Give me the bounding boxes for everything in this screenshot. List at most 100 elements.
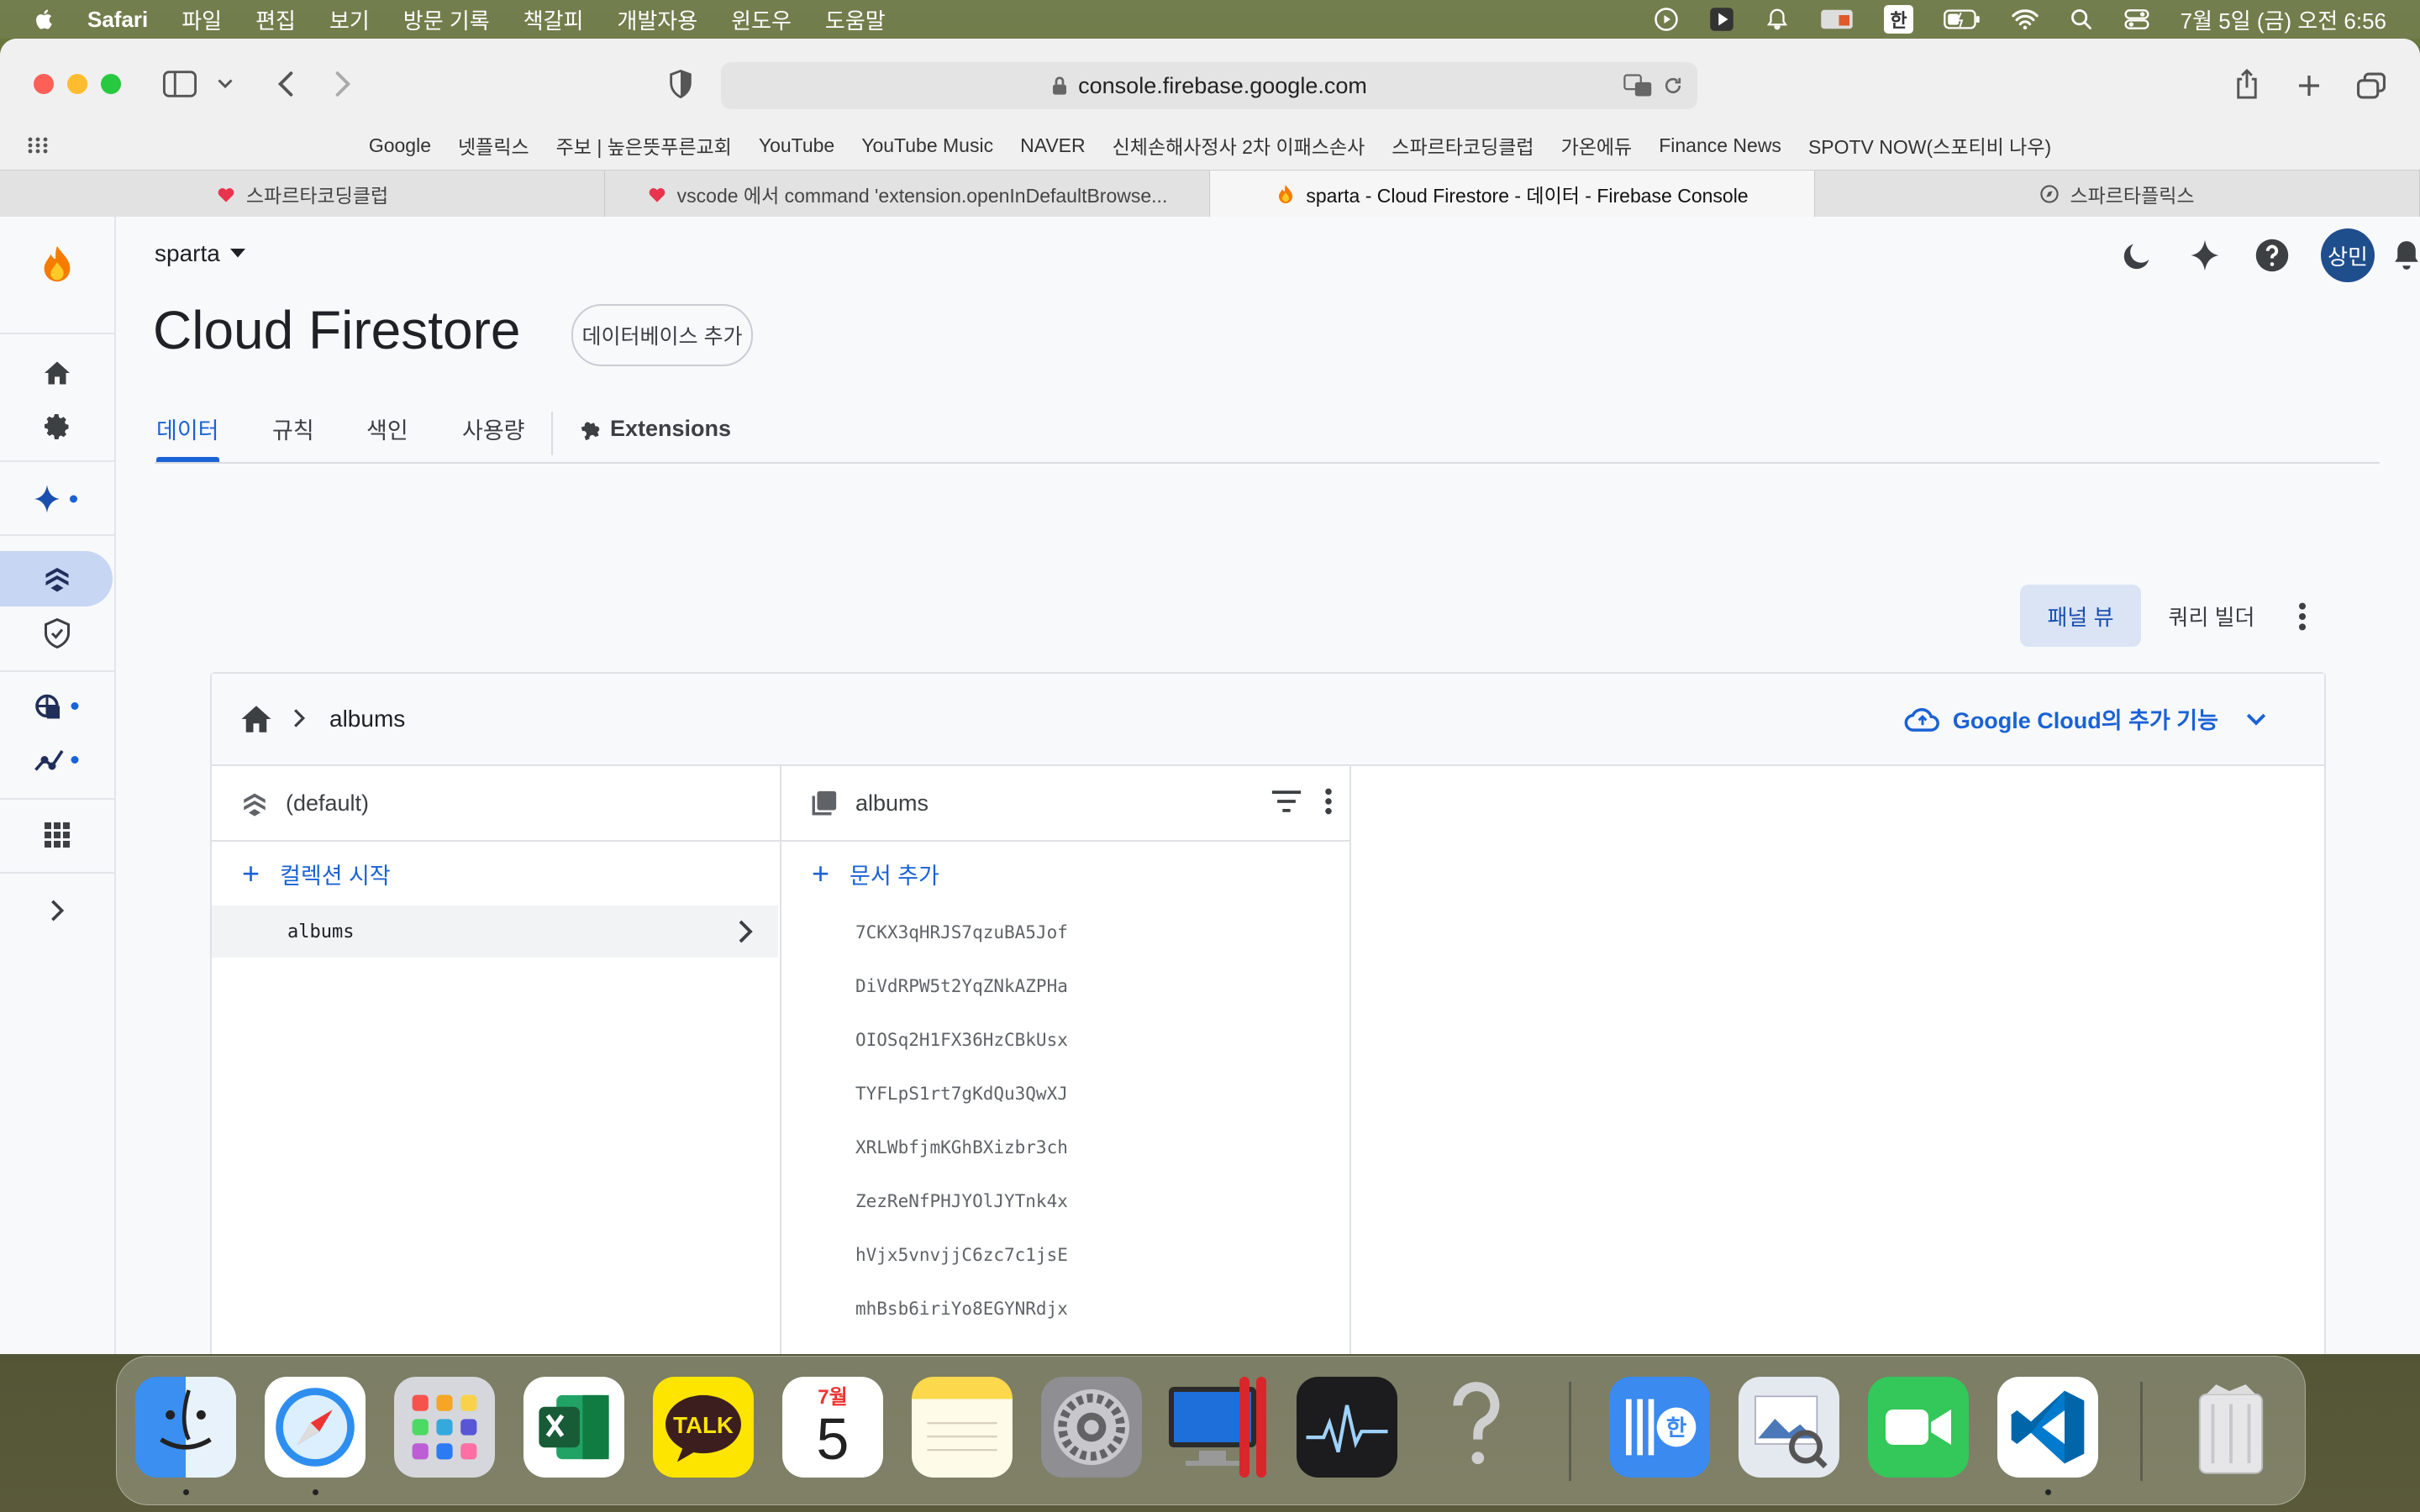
favorite-link[interactable]: NAVER bbox=[1020, 134, 1086, 157]
unknown-app-question-icon[interactable] bbox=[1426, 1377, 1527, 1478]
dark-mode-moon-icon[interactable] bbox=[2118, 235, 2158, 276]
forward-button[interactable] bbox=[326, 67, 360, 101]
document-item[interactable]: TYFLpS1rt7gKdQu3QwXJ bbox=[781, 1067, 1349, 1121]
panel-view-button[interactable]: 패널 뷰 bbox=[2020, 585, 2141, 647]
close-window-button[interactable] bbox=[34, 74, 54, 94]
gemini-sparkle-icon[interactable] bbox=[0, 474, 114, 524]
launchpad-icon[interactable] bbox=[394, 1377, 495, 1478]
document-item[interactable]: ZezReNfPHJYOlJYTnk4x bbox=[781, 1174, 1349, 1228]
help-icon[interactable] bbox=[2252, 235, 2292, 276]
menu-file[interactable]: 파일 bbox=[182, 4, 222, 35]
breadcrumb-path[interactable]: albums bbox=[329, 706, 405, 732]
chevron-down-icon[interactable] bbox=[215, 72, 235, 96]
all-products-grid-icon[interactable] bbox=[0, 810, 114, 860]
project-selector[interactable]: sparta bbox=[155, 240, 245, 267]
battery-icon[interactable] bbox=[1943, 8, 1981, 30]
input-method-icon[interactable]: 한 bbox=[1884, 5, 1913, 34]
preview-icon[interactable] bbox=[1739, 1377, 1839, 1478]
favorite-link[interactable]: YouTube bbox=[759, 134, 834, 157]
add-database-button[interactable]: 데이터베이스 추가 bbox=[571, 304, 753, 366]
address-bar[interactable]: console.firebase.google.com bbox=[721, 62, 1697, 109]
menu-help[interactable]: 도움말 bbox=[825, 4, 886, 35]
favorite-link[interactable]: 주보 | 높은뜻푸른교회 bbox=[556, 131, 732, 160]
browser-tab[interactable]: vscode 에서 command 'extension.openInDefau… bbox=[605, 171, 1210, 218]
menu-window[interactable]: 윈도우 bbox=[731, 4, 792, 35]
play-icon[interactable] bbox=[1709, 7, 1734, 32]
document-item[interactable]: hVjx5vnvjjC6zc7c1jsE bbox=[781, 1228, 1349, 1282]
menu-view[interactable]: 보기 bbox=[329, 4, 370, 35]
tab-usage[interactable]: 사용량 bbox=[462, 398, 525, 459]
query-builder-button[interactable]: 쿼리 빌더 bbox=[2151, 585, 2272, 647]
zoom-window-button[interactable] bbox=[101, 74, 121, 94]
parallels-icon[interactable] bbox=[1160, 1377, 1281, 1478]
home-icon[interactable] bbox=[0, 348, 114, 398]
menu-develop[interactable]: 개발자용 bbox=[617, 4, 697, 35]
play-circle-icon[interactable] bbox=[1654, 7, 1679, 32]
spotlight-search-icon[interactable] bbox=[2070, 8, 2093, 31]
control-center-icon[interactable] bbox=[2123, 8, 2150, 31]
share-icon[interactable] bbox=[2228, 64, 2265, 104]
vscode-icon[interactable] bbox=[1997, 1377, 2098, 1478]
firestore-icon[interactable] bbox=[0, 553, 114, 603]
user-avatar[interactable]: 상민 bbox=[2321, 228, 2375, 282]
wifi-icon[interactable] bbox=[2011, 8, 2039, 30]
favorite-link[interactable]: 가온에듀 bbox=[1561, 131, 1633, 160]
tab-indexes[interactable]: 색인 bbox=[366, 398, 408, 459]
document-item[interactable]: XRLWbfjmKGhBXizbr3ch bbox=[781, 1121, 1349, 1174]
analytics-icon[interactable] bbox=[0, 736, 114, 786]
tab-extensions[interactable]: Extensions bbox=[578, 398, 731, 459]
document-item[interactable]: OIOSq2H1FX36HzCBkUsx bbox=[781, 1013, 1349, 1067]
favorite-link[interactable]: Google bbox=[369, 134, 431, 157]
menu-bookmarks[interactable]: 책갈피 bbox=[523, 4, 584, 35]
favorite-link[interactable]: 스파르타코딩클럽 bbox=[1392, 131, 1534, 160]
home-icon[interactable] bbox=[239, 702, 274, 740]
sidebar-toggle-icon[interactable] bbox=[161, 69, 198, 99]
add-document-button[interactable]: + 문서 추가 bbox=[781, 850, 1349, 897]
start-collection-button[interactable]: + 컬렉션 시작 bbox=[212, 850, 780, 897]
document-item[interactable]: 7CKX3qHRJS7qzuBA5Jof bbox=[781, 906, 1349, 959]
firebase-logo-icon[interactable] bbox=[0, 240, 114, 291]
favorite-link[interactable]: SPOTV NOW(스포티비 나우) bbox=[1808, 131, 2051, 160]
translate-icon[interactable] bbox=[1623, 74, 1654, 103]
back-button[interactable] bbox=[269, 67, 302, 101]
browser-tab[interactable]: 스파르타코딩클럽 bbox=[0, 171, 605, 218]
tab-data[interactable]: 데이터 bbox=[156, 398, 219, 462]
hancom-viewer-icon[interactable]: 한 bbox=[1609, 1377, 1710, 1478]
app-status-icon[interactable] bbox=[1820, 7, 1854, 32]
browser-tab[interactable]: 스파르타플릭스 bbox=[1815, 171, 2420, 218]
safari-icon[interactable] bbox=[265, 1377, 366, 1478]
facetime-icon[interactable] bbox=[1868, 1377, 1969, 1478]
run-engage-icon[interactable] bbox=[0, 682, 114, 732]
bell-icon[interactable] bbox=[1765, 7, 1790, 32]
favorite-link[interactable]: 신체손해사정사 2차 이패스손사 bbox=[1113, 131, 1365, 160]
privacy-shield-icon[interactable] bbox=[664, 67, 697, 101]
browser-tab-active[interactable]: sparta - Cloud Firestore - 데이터 - Firebas… bbox=[1210, 171, 1815, 218]
gemini-sparkle-icon[interactable] bbox=[2185, 235, 2225, 276]
app-check-shield-icon[interactable] bbox=[0, 608, 114, 659]
notes-icon[interactable] bbox=[912, 1377, 1013, 1478]
new-tab-icon[interactable] bbox=[2291, 67, 2328, 104]
activity-monitor-icon[interactable] bbox=[1297, 1377, 1397, 1478]
apple-menu-icon[interactable] bbox=[32, 7, 57, 32]
kakaotalk-icon[interactable]: TALK bbox=[653, 1377, 754, 1478]
excel-icon[interactable] bbox=[523, 1377, 624, 1478]
more-vert-icon[interactable] bbox=[2286, 593, 2319, 640]
menubar-app-name[interactable]: Safari bbox=[87, 7, 148, 33]
document-item[interactable]: mhBsb6iriYo8EGYNRdjx bbox=[781, 1282, 1349, 1336]
more-vert-icon[interactable] bbox=[1324, 788, 1333, 821]
favorite-link[interactable]: Finance News bbox=[1659, 134, 1781, 157]
system-settings-icon[interactable] bbox=[1041, 1377, 1142, 1478]
tab-overview-icon[interactable] bbox=[2353, 67, 2390, 104]
expand-rail-chevron-icon[interactable] bbox=[0, 885, 114, 936]
notifications-bell-icon[interactable] bbox=[2386, 235, 2420, 276]
document-item[interactable]: pOpz7fXaiqJfrRAwl4cQ bbox=[781, 1336, 1349, 1354]
document-item[interactable]: DiVdRPW5t2YqZNkAZPHa bbox=[781, 959, 1349, 1013]
filter-icon[interactable] bbox=[1270, 790, 1302, 819]
calendar-icon[interactable]: 7월 5 bbox=[782, 1377, 883, 1478]
reload-icon[interactable] bbox=[1662, 74, 1684, 103]
favorite-link[interactable]: YouTube Music bbox=[861, 134, 993, 157]
settings-gear-icon[interactable] bbox=[0, 402, 114, 452]
minimize-window-button[interactable] bbox=[67, 74, 87, 94]
finder-icon[interactable] bbox=[135, 1377, 236, 1478]
google-cloud-features-button[interactable]: Google Cloud의 추가 기능 bbox=[1904, 702, 2267, 735]
